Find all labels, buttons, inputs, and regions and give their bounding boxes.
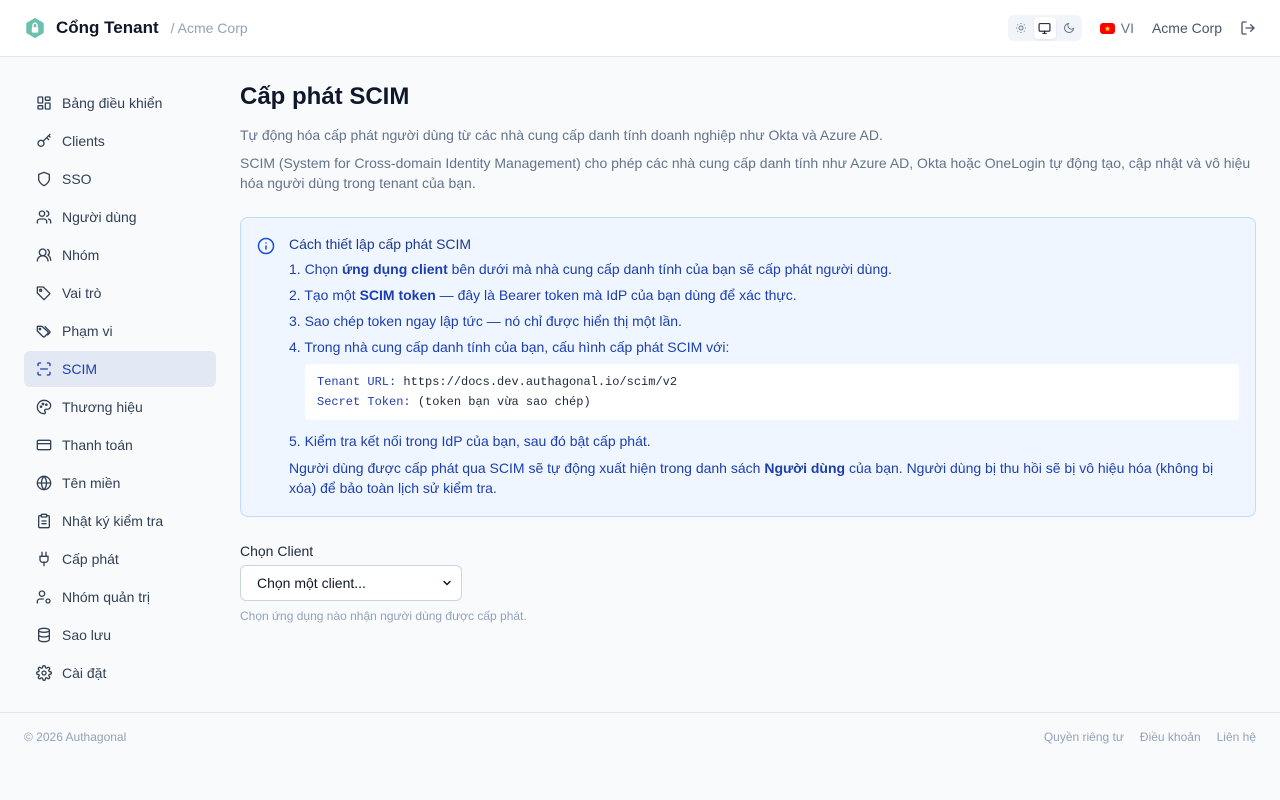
- sidebar-item-label: Cấp phát: [62, 551, 119, 567]
- client-select-field: Chọn Client Chọn một client... Chọn ứng …: [240, 543, 1256, 623]
- client-select-label: Chọn Client: [240, 543, 314, 559]
- light-theme-button[interactable]: [1010, 17, 1032, 39]
- setup-step-3: 3. Sao chép token ngay lập tức — nó chỉ …: [289, 313, 682, 329]
- sidebar-item-roles[interactable]: Vai trò: [24, 275, 216, 311]
- credit-card-icon: [36, 439, 52, 451]
- shield-icon: [38, 171, 50, 187]
- brand[interactable]: Cổng Tenant / Acme Corp: [24, 17, 248, 39]
- sidebar-item-label: Clients: [62, 133, 105, 149]
- sidebar-item-groups[interactable]: Nhóm: [24, 237, 216, 273]
- sidebar-item-branding[interactable]: Thương hiệu: [24, 389, 216, 425]
- gear-icon: [36, 665, 52, 681]
- sun-icon: [1015, 23, 1026, 33]
- clipboard-icon: [38, 513, 50, 529]
- tenant-name: / Acme Corp: [170, 20, 248, 36]
- setup-step-2: 2. Tạo một SCIM token — đây là Bearer to…: [289, 287, 797, 303]
- sidebar-item-label: Vai trò: [62, 285, 102, 301]
- language-selector[interactable]: VI: [1099, 20, 1134, 36]
- moon-icon: [1063, 22, 1074, 33]
- secret-token-line: Secret Token: (token bạn vừa sao chép): [317, 395, 591, 409]
- sidebar-item-label: Nhóm: [62, 247, 100, 263]
- system-theme-button[interactable]: [1033, 17, 1056, 39]
- sidebar-item-backup[interactable]: Sao lưu: [24, 617, 216, 653]
- key-icon: [37, 133, 51, 147]
- brand-logo-icon: [26, 17, 44, 39]
- setup-step-4: 4. Trong nhà cung cấp danh tính của bạn,…: [289, 339, 730, 355]
- info-icon: [257, 237, 275, 255]
- tag-icon: [36, 286, 51, 301]
- setup-step-1: 1. Chọn ứng dụng client bên dưới mà nhà …: [289, 261, 892, 277]
- sidebar-item-admin-groups[interactable]: Nhóm quản trị: [24, 579, 216, 615]
- brand-name: Cổng Tenant: [56, 18, 159, 37]
- contact-link[interactable]: Liên hệ: [1217, 730, 1256, 744]
- sidebar-item-domains[interactable]: Tên miền: [24, 465, 216, 501]
- plug-icon: [39, 551, 49, 567]
- database-icon: [38, 627, 50, 643]
- theme-switcher: [1007, 15, 1082, 41]
- tags-icon: [36, 325, 51, 338]
- info-note: Người dùng được cấp phát qua SCIM sẽ tự …: [289, 460, 1214, 496]
- scim-config-code-block[interactable]: Tenant URL: https://docs.dev.authagonal.…: [305, 364, 1239, 420]
- sidebar-item-audit-log[interactable]: Nhật ký kiểm tra: [24, 503, 216, 539]
- dashboard-icon: [37, 96, 51, 110]
- users-icon: [36, 210, 52, 224]
- sidebar-item-label: Phạm vi: [62, 323, 113, 339]
- sidebar-item-billing[interactable]: Thanh toán: [24, 427, 216, 463]
- setup-step-5: 5. Kiểm tra kết nối trong IdP của bạn, s…: [289, 433, 651, 449]
- sidebar-item-users[interactable]: Người dùng: [24, 199, 216, 235]
- palette-icon: [36, 399, 52, 415]
- sidebar-item-label: Cài đặt: [62, 665, 107, 681]
- privacy-link[interactable]: Quyền riêng tư: [1044, 730, 1124, 744]
- setup-steps: 1. Chọn ứng dụng client bên dưới mà nhà …: [289, 260, 1239, 356]
- terms-link[interactable]: Điều khoản: [1140, 730, 1201, 744]
- footer: © 2026 Authagonal Quyền riêng tư Điều kh…: [0, 712, 1280, 800]
- sidebar-item-sso[interactable]: SSO: [24, 161, 216, 197]
- page-title: Cấp phát SCIM: [240, 83, 410, 110]
- logout-icon: [1241, 21, 1255, 35]
- sidebar-item-label: Thanh toán: [62, 437, 133, 453]
- scan-icon: [37, 362, 51, 376]
- monitor-icon: [1038, 22, 1051, 34]
- sidebar-item-settings[interactable]: Cài đặt: [24, 655, 216, 691]
- info-title: Cách thiết lập cấp phát SCIM: [289, 236, 472, 252]
- group-icon: [36, 248, 52, 262]
- chevron-down-icon: [443, 580, 451, 586]
- client-select-help: Chọn ứng dụng nào nhận người dùng được c…: [240, 609, 527, 623]
- sidebar-item-scopes[interactable]: Phạm vi: [24, 313, 216, 349]
- sidebar-item-label: Nhóm quản trị: [62, 589, 150, 605]
- sidebar-item-label: Nhật ký kiểm tra: [62, 513, 164, 529]
- user-name[interactable]: Acme Corp: [1152, 20, 1222, 36]
- page-description: SCIM (System for Cross-domain Identity M…: [240, 155, 1251, 191]
- dark-theme-button[interactable]: [1058, 17, 1080, 39]
- globe-icon: [36, 475, 52, 491]
- client-select[interactable]: Chọn một client...: [240, 565, 462, 601]
- sidebar-item-label: SSO: [62, 171, 92, 187]
- main-content: Cấp phát SCIM Tự động hóa cấp phát người…: [240, 57, 1280, 712]
- sidebar-item-scim[interactable]: SCIM: [24, 351, 216, 387]
- vietnam-flag-icon: [1099, 22, 1115, 34]
- scim-setup-info-box: Cách thiết lập cấp phát SCIM 1. Chọn ứng…: [240, 217, 1256, 517]
- logout-button[interactable]: [1240, 20, 1256, 36]
- tenant-url-line: Tenant URL: https://docs.dev.authagonal.…: [317, 375, 678, 389]
- sidebar: Bảng điều khiển Clients SSO Người dùng N…: [0, 57, 240, 712]
- sidebar-item-label: Sao lưu: [62, 627, 112, 643]
- sidebar-item-label: Thương hiệu: [62, 399, 143, 415]
- user-cog-icon: [36, 590, 51, 604]
- top-header: Cổng Tenant / Acme Corp VI Acme Corp: [0, 0, 1280, 57]
- sidebar-item-clients[interactable]: Clients: [24, 123, 216, 159]
- sidebar-item-dashboard[interactable]: Bảng điều khiển: [24, 85, 216, 121]
- sidebar-item-label: Bảng điều khiển: [62, 95, 163, 111]
- copyright: © 2026 Authagonal: [24, 730, 127, 744]
- sidebar-item-label: Người dùng: [62, 209, 137, 225]
- sidebar-item-label: SCIM: [62, 361, 97, 377]
- sidebar-item-label: Tên miền: [62, 475, 121, 491]
- client-select-value: Chọn một client...: [257, 575, 366, 591]
- sidebar-item-provisioning[interactable]: Cấp phát: [24, 541, 216, 577]
- page-subtitle: Tự động hóa cấp phát người dùng từ các n…: [240, 127, 883, 143]
- language-label: VI: [1120, 20, 1134, 36]
